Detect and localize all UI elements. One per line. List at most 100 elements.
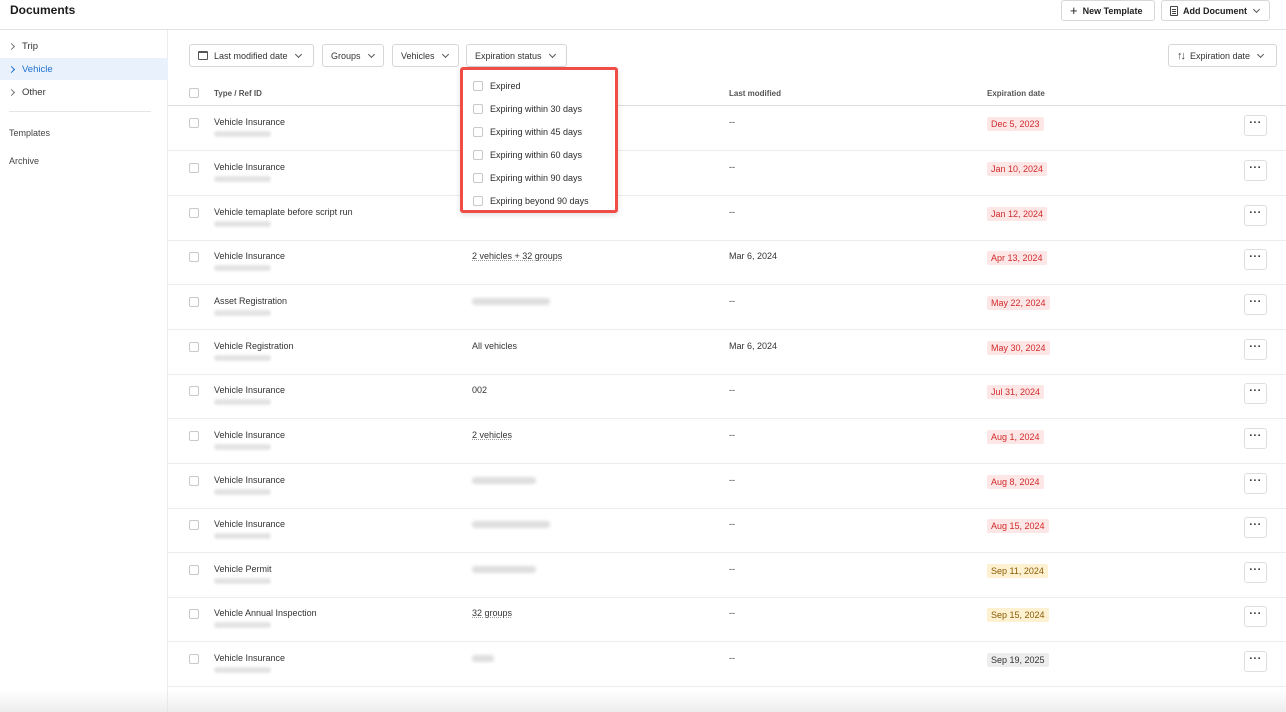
expiration-badge: Jan 12, 2024 [987,207,1048,221]
row-checkbox[interactable] [189,342,199,352]
document-type: Vehicle Insurance [214,430,286,440]
sidebar-link-archive[interactable]: Archive [9,156,39,166]
new-template-button[interactable]: + New Template [1061,0,1155,21]
table-row[interactable]: Vehicle Insurance 2 vehicles -- Aug 1, 2… [168,419,1286,464]
table-row[interactable]: Vehicle temaplate before script run -- J… [168,196,1286,241]
table-row[interactable]: Vehicle Insurance -- Aug 8, 2024 ··· [168,464,1286,509]
expiration-badge: Sep 19, 2025 [987,653,1049,667]
option-label: Expiring within 90 days [490,173,583,183]
row-checkbox[interactable] [189,565,199,575]
table-row[interactable]: Asset Registration -- May 22, 2024 ··· [168,285,1286,330]
option-checkbox[interactable] [473,127,483,137]
option-checkbox[interactable] [473,173,483,183]
chevron-right-icon [7,42,16,50]
row-checkbox[interactable] [189,252,199,262]
last-modified: -- [729,519,735,529]
row-more-button[interactable]: ··· [1244,428,1267,449]
ref-id-redacted [214,444,271,450]
row-more-button[interactable]: ··· [1244,115,1267,136]
ref-id-redacted [214,221,271,227]
row-checkbox[interactable] [189,208,199,218]
assigned-to[interactable]: 2 vehicles + 32 groups [472,251,562,261]
document-type: Vehicle Permit [214,564,272,574]
row-more-button[interactable]: ··· [1244,205,1267,226]
row-checkbox[interactable] [189,386,199,396]
option-expired[interactable]: Expired [473,78,521,94]
option-within-45-days[interactable]: Expiring within 45 days [473,124,582,140]
chevron-right-icon [7,65,16,73]
expiration-badge: Apr 13, 2024 [987,251,1047,265]
column-header-type: Type / Ref ID [214,89,262,98]
row-more-button[interactable]: ··· [1244,249,1267,270]
table-row[interactable]: Vehicle Registration All vehicles Mar 6,… [168,330,1286,375]
expiration-badge: Aug 15, 2024 [987,519,1049,533]
option-beyond-90-days[interactable]: Expiring beyond 90 days [473,193,589,209]
chevron-down-icon [548,50,556,58]
assigned-to[interactable]: 32 groups [472,608,512,618]
table-row[interactable]: Vehicle Permit -- Sep 11, 2024 ··· [168,553,1286,598]
document-type: Vehicle Insurance [214,162,286,172]
select-all-checkbox[interactable] [189,88,199,98]
row-checkbox[interactable] [189,609,199,619]
sidebar-item-other[interactable]: Other [0,81,168,103]
row-more-button[interactable]: ··· [1244,606,1267,627]
chevron-right-icon [7,88,16,96]
row-more-button[interactable]: ··· [1244,562,1267,583]
option-checkbox[interactable] [473,104,483,114]
table-row[interactable]: Vehicle Insurance -- Sep 19, 2025 ··· [168,642,1286,687]
row-checkbox[interactable] [189,520,199,530]
expiration-badge: Dec 5, 2023 [987,117,1044,131]
chevron-down-icon [1257,50,1265,58]
groups-filter[interactable]: Groups [322,44,384,67]
sidebar-link-templates[interactable]: Templates [9,128,50,138]
assigned-to-redacted [472,298,550,305]
sidebar-item-trip[interactable]: Trip [0,35,168,57]
sort-icon: ↑↓ [1177,49,1186,62]
last-modified-filter[interactable]: Last modified date [189,44,314,67]
sidebar: Trip Vehicle Other Templates Archive [0,30,168,712]
option-label: Expiring within 60 days [490,150,583,160]
expiration-status-filter[interactable]: Expiration status [466,44,567,67]
expiration-badge: May 22, 2024 [987,296,1050,310]
vehicles-filter[interactable]: Vehicles [392,44,459,67]
row-more-button[interactable]: ··· [1244,339,1267,360]
table-row[interactable]: Vehicle Insurance -- Aug 15, 2024 ··· [168,508,1286,553]
expiration-badge: Aug 8, 2024 [987,475,1044,489]
option-within-90-days[interactable]: Expiring within 90 days [473,170,582,186]
chevron-down-icon [367,50,375,58]
row-checkbox[interactable] [189,654,199,664]
ref-id-redacted [214,131,271,137]
ref-id-redacted [214,399,271,405]
row-checkbox[interactable] [189,476,199,486]
last-modified: -- [729,207,735,217]
table-row[interactable]: Vehicle Insurance -- Dec 5, 2023 ··· [168,106,1286,151]
option-checkbox[interactable] [473,150,483,160]
row-checkbox[interactable] [189,118,199,128]
row-checkbox[interactable] [189,163,199,173]
assigned-to[interactable]: 2 vehicles [472,430,512,440]
table-row[interactable]: Vehicle Insurance -- Jan 10, 2024 ··· [168,151,1286,196]
column-header-modified: Last modified [729,89,782,98]
option-within-30-days[interactable]: Expiring within 30 days [473,101,582,117]
option-within-60-days[interactable]: Expiring within 60 days [473,147,582,163]
chevron-down-icon [441,50,449,58]
row-more-button[interactable]: ··· [1244,651,1267,672]
row-more-button[interactable]: ··· [1244,294,1267,315]
table-row[interactable]: Vehicle Insurance 2 vehicles + 32 groups… [168,240,1286,285]
option-checkbox[interactable] [473,196,483,206]
expiration-status-dropdown: Expired Expiring within 30 days Expiring… [460,67,618,213]
option-checkbox[interactable] [473,81,483,91]
document-type: Vehicle Insurance [214,475,286,485]
row-more-button[interactable]: ··· [1244,517,1267,538]
add-document-button[interactable]: Add Document [1161,0,1270,21]
row-more-button[interactable]: ··· [1244,160,1267,181]
sidebar-item-vehicle[interactable]: Vehicle [0,58,168,80]
sort-expiration-button[interactable]: ↑↓ Expiration date [1168,44,1277,67]
table-row[interactable]: Vehicle Annual Inspection 32 groups -- S… [168,597,1286,642]
row-checkbox[interactable] [189,297,199,307]
row-more-button[interactable]: ··· [1244,383,1267,404]
row-checkbox[interactable] [189,431,199,441]
row-more-button[interactable]: ··· [1244,473,1267,494]
table-row[interactable]: Vehicle Insurance 002 -- Jul 31, 2024 ··… [168,374,1286,419]
assigned-to-redacted [472,477,536,484]
